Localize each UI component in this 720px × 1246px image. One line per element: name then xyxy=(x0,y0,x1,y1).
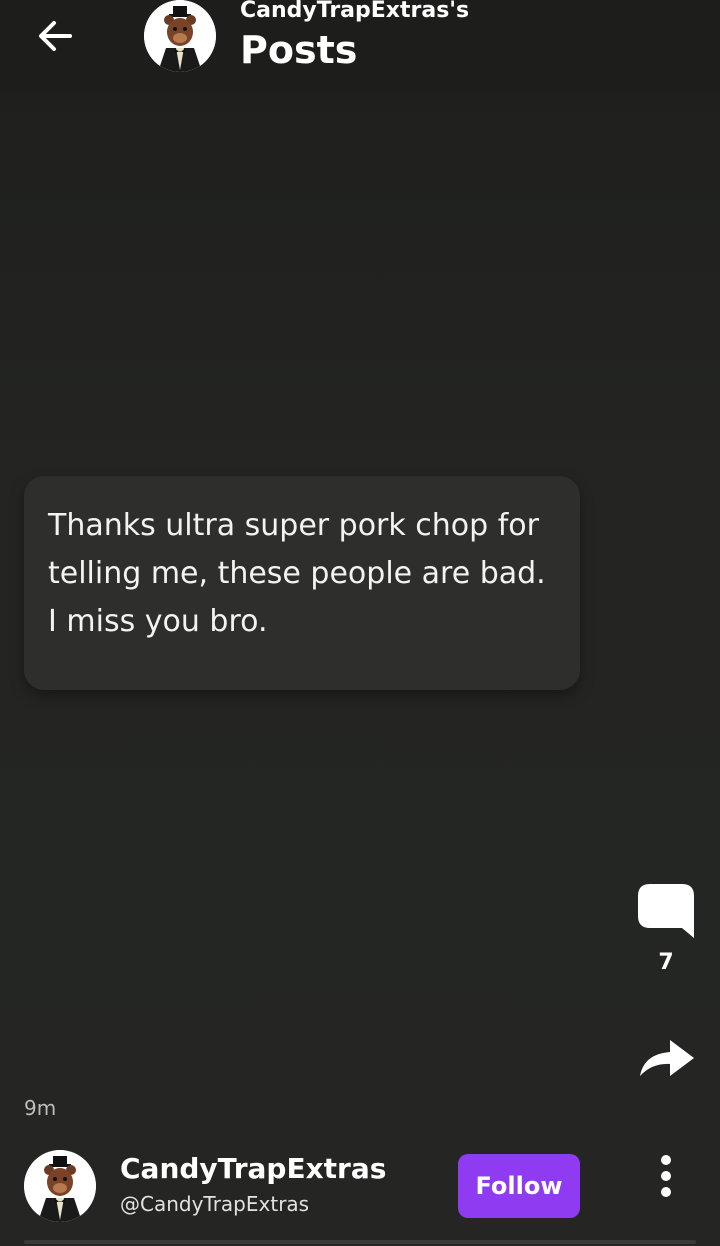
bear-avatar-icon xyxy=(144,0,216,72)
bear-avatar-icon xyxy=(24,1150,96,1222)
comment-count: 7 xyxy=(658,950,674,975)
follow-button[interactable]: Follow xyxy=(458,1154,580,1218)
vertical-dots-icon xyxy=(661,1155,671,1197)
app-header: CandyTrapExtras's Posts xyxy=(0,0,720,90)
comment-button[interactable] xyxy=(636,880,696,942)
share-button[interactable] xyxy=(634,1032,698,1082)
author-avatar[interactable] xyxy=(24,1150,96,1222)
page-title: Posts xyxy=(240,28,358,72)
author-handle[interactable]: @CandyTrapExtras xyxy=(120,1192,309,1216)
post-text: Thanks ultra super pork chop for telling… xyxy=(48,508,546,639)
speech-bubble-icon xyxy=(638,884,694,938)
owner-label: CandyTrapExtras's xyxy=(240,0,470,23)
bottom-divider xyxy=(24,1240,696,1244)
back-button[interactable] xyxy=(30,14,82,58)
share-arrow-icon xyxy=(640,1040,694,1076)
author-name[interactable]: CandyTrapExtras xyxy=(120,1152,386,1185)
post-timestamp: 9m xyxy=(24,1096,57,1120)
arrow-left-icon xyxy=(39,21,72,51)
owner-avatar[interactable] xyxy=(144,0,216,72)
post-card[interactable]: Thanks ultra super pork chop for telling… xyxy=(24,476,580,690)
more-options-button[interactable] xyxy=(646,1150,686,1202)
